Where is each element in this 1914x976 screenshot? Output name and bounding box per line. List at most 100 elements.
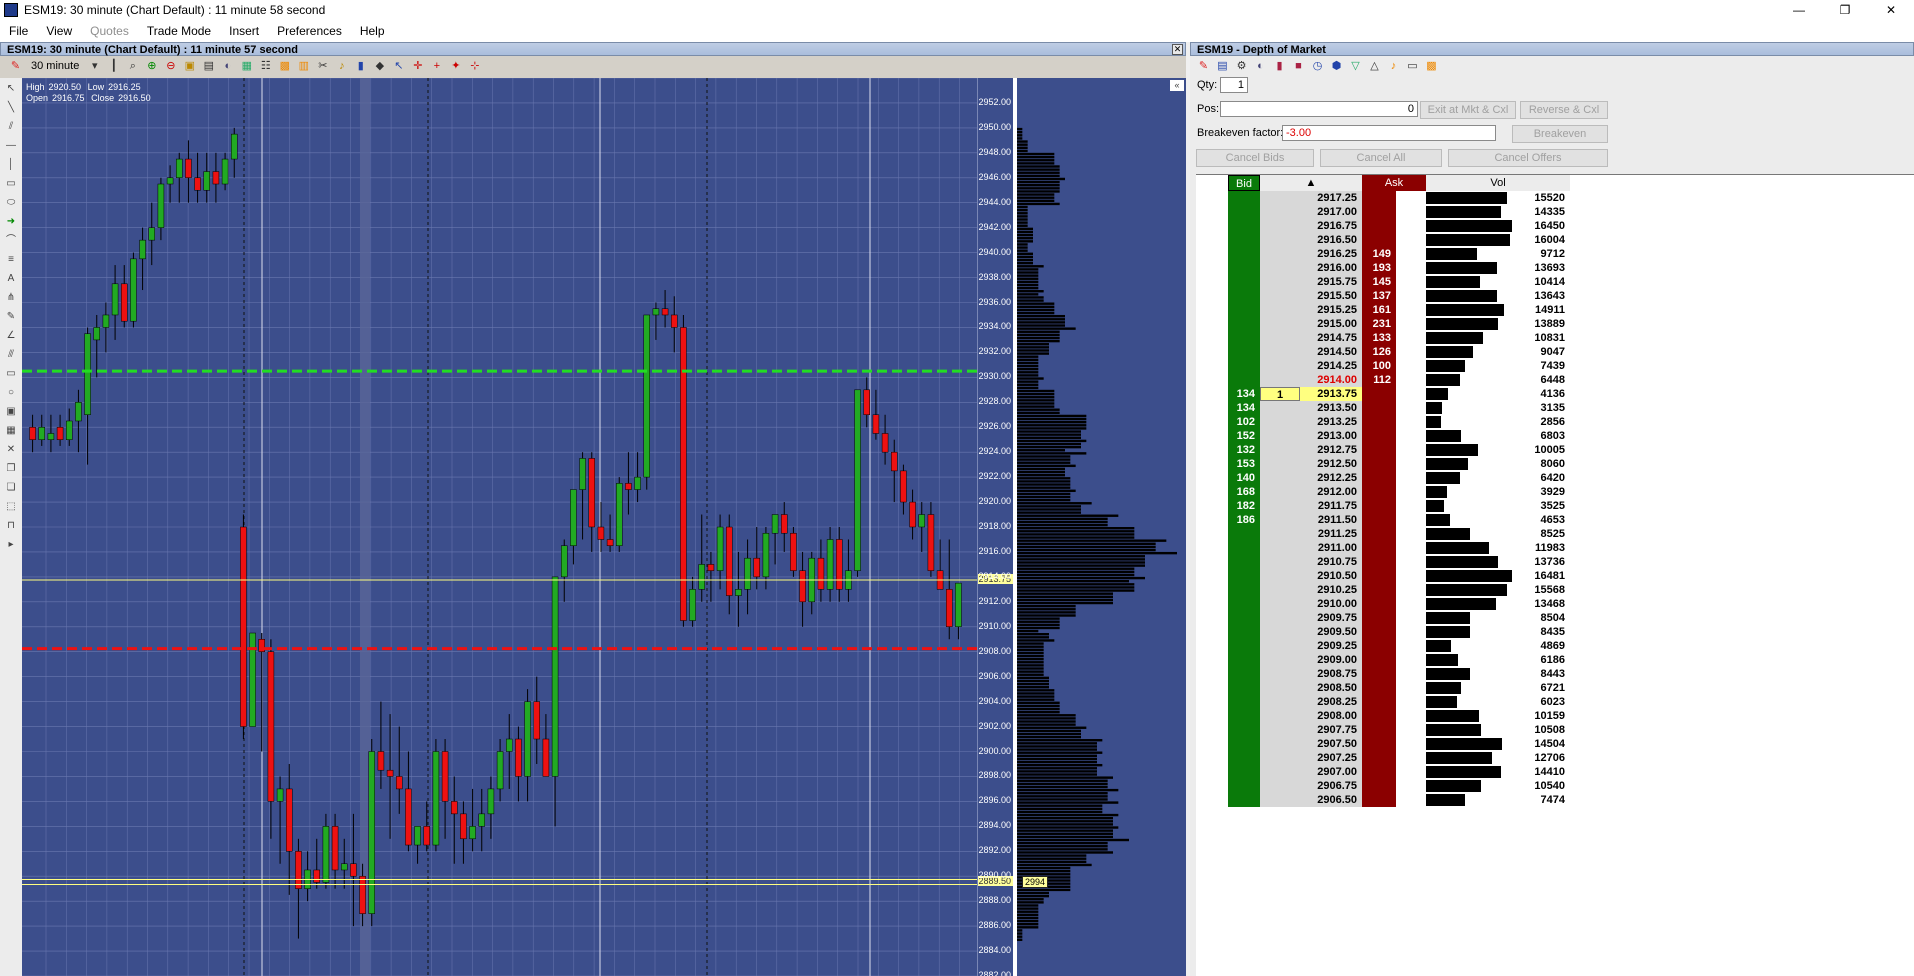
menu-help[interactable]: Help: [351, 24, 394, 38]
ask-order-cell[interactable]: [1396, 331, 1426, 345]
dom-book-icon[interactable]: ▮: [1272, 59, 1287, 73]
ask-cell[interactable]: 133: [1362, 331, 1396, 345]
ask-cell[interactable]: 193: [1362, 261, 1396, 275]
ladder-row[interactable]: 152 2913.00 6803: [1196, 429, 1914, 443]
ask-cell[interactable]: [1362, 541, 1396, 555]
hline-tool-icon[interactable]: —: [2, 137, 20, 154]
working-order-cell[interactable]: [1260, 709, 1300, 723]
dom-warn-icon[interactable]: △: [1367, 59, 1382, 73]
menu-quotes[interactable]: Quotes: [81, 24, 138, 38]
volume-cell[interactable]: 15520: [1426, 191, 1570, 205]
bid-cell[interactable]: [1228, 737, 1260, 751]
bid-cell[interactable]: 152: [1228, 429, 1260, 443]
working-order-cell[interactable]: [1260, 625, 1300, 639]
working-order-cell[interactable]: [1260, 555, 1300, 569]
bid-order-cell[interactable]: [1196, 233, 1228, 247]
volume-cell[interactable]: 2856: [1426, 415, 1570, 429]
volume-cell[interactable]: 14911: [1426, 303, 1570, 317]
volume-cell[interactable]: 16481: [1426, 569, 1570, 583]
working-order-cell[interactable]: [1260, 303, 1300, 317]
bid-cell[interactable]: 134: [1228, 387, 1260, 401]
fib-tool-icon[interactable]: ≡: [2, 251, 20, 268]
ask-column-header[interactable]: Ask: [1362, 175, 1426, 191]
ask-order-cell[interactable]: [1396, 779, 1426, 793]
ask-cell[interactable]: 161: [1362, 303, 1396, 317]
bid-order-cell[interactable]: [1196, 793, 1228, 807]
ask-cell[interactable]: [1362, 681, 1396, 695]
crosshair-icon[interactable]: ✛: [410, 59, 425, 73]
dom-color-icon[interactable]: ▩: [1424, 59, 1439, 73]
volume-cell[interactable]: 10005: [1426, 443, 1570, 457]
bid-order-cell[interactable]: [1196, 191, 1228, 205]
ask-cell[interactable]: [1362, 695, 1396, 709]
bid-cell[interactable]: [1228, 233, 1260, 247]
ask-order-cell[interactable]: [1396, 233, 1426, 247]
working-order-cell[interactable]: [1260, 611, 1300, 625]
zoom-in-icon[interactable]: ⊕: [144, 59, 159, 73]
ask-cell[interactable]: [1362, 667, 1396, 681]
bid-cell[interactable]: [1228, 289, 1260, 303]
ask-order-cell[interactable]: [1396, 765, 1426, 779]
ask-order-cell[interactable]: [1396, 443, 1426, 457]
bid-order-cell[interactable]: [1196, 345, 1228, 359]
working-order-cell[interactable]: [1260, 681, 1300, 695]
ask-cell[interactable]: [1362, 485, 1396, 499]
alert-bell-icon[interactable]: ♪: [334, 59, 349, 73]
ask-order-cell[interactable]: [1396, 681, 1426, 695]
bid-cell[interactable]: 168: [1228, 485, 1260, 499]
ask-cell[interactable]: [1362, 793, 1396, 807]
working-order-cell[interactable]: [1260, 499, 1300, 513]
ask-cell[interactable]: [1362, 779, 1396, 793]
bid-order-cell[interactable]: [1196, 387, 1228, 401]
ladder-row[interactable]: 132 2912.75 10005: [1196, 443, 1914, 457]
channel-tool-icon[interactable]: ⫽: [2, 118, 20, 135]
ask-order-cell[interactable]: [1396, 471, 1426, 485]
volume-cell[interactable]: 3525: [1426, 499, 1570, 513]
bid-order-cell[interactable]: [1196, 597, 1228, 611]
ask-order-cell[interactable]: [1396, 359, 1426, 373]
ladder-row[interactable]: 182 2911.75 3525: [1196, 499, 1914, 513]
bid-cell[interactable]: [1228, 345, 1260, 359]
bid-cell[interactable]: [1228, 569, 1260, 583]
crosshair-red-icon[interactable]: +: [429, 59, 444, 73]
menu-insert[interactable]: Insert: [220, 24, 268, 38]
bid-cell[interactable]: 153: [1228, 457, 1260, 471]
working-order-cell[interactable]: [1260, 443, 1300, 457]
dom-shield-icon[interactable]: ⬢: [1329, 59, 1344, 73]
ask-order-cell[interactable]: [1396, 555, 1426, 569]
ask-order-cell[interactable]: [1396, 583, 1426, 597]
price-ladder[interactable]: Bid ▲ Ask Vol 2917.25 15520 2917.00 14335 29…: [1196, 174, 1914, 976]
bid-order-cell[interactable]: [1196, 681, 1228, 695]
bid-order-cell[interactable]: [1196, 219, 1228, 233]
ask-order-cell[interactable]: [1396, 303, 1426, 317]
bid-cell[interactable]: [1228, 555, 1260, 569]
bid-order-cell[interactable]: [1196, 751, 1228, 765]
bid-order-cell[interactable]: [1196, 765, 1228, 779]
ask-cell[interactable]: 231: [1362, 317, 1396, 331]
ask-cell[interactable]: [1362, 191, 1396, 205]
bid-cell[interactable]: [1228, 205, 1260, 219]
ask-order-cell[interactable]: [1396, 723, 1426, 737]
working-order-cell[interactable]: [1260, 751, 1300, 765]
volume-cell[interactable]: 16004: [1426, 233, 1570, 247]
ask-order-cell[interactable]: [1396, 401, 1426, 415]
working-order-cell[interactable]: [1260, 261, 1300, 275]
ladder-row[interactable]: 2908.50 6721: [1196, 681, 1914, 695]
dom-alert-icon[interactable]: ♪: [1386, 59, 1401, 73]
ask-cell[interactable]: [1362, 765, 1396, 779]
bar-chart-icon[interactable]: ▥: [296, 59, 311, 73]
ask-order-cell[interactable]: [1396, 569, 1426, 583]
ask-cell[interactable]: [1362, 457, 1396, 471]
ask-order-cell[interactable]: [1396, 373, 1426, 387]
volume-cell[interactable]: 15568: [1426, 583, 1570, 597]
ask-order-cell[interactable]: [1396, 275, 1426, 289]
ask-cell[interactable]: [1362, 401, 1396, 415]
bid-cell[interactable]: 186: [1228, 513, 1260, 527]
volume-cell[interactable]: 16450: [1426, 219, 1570, 233]
ladder-row[interactable]: 2915.75 145 10414: [1196, 275, 1914, 289]
ask-order-cell[interactable]: [1396, 653, 1426, 667]
bid-order-cell[interactable]: [1196, 541, 1228, 555]
volume-cell[interactable]: 4869: [1426, 639, 1570, 653]
volume-cell[interactable]: 8435: [1426, 625, 1570, 639]
bid-cell[interactable]: 132: [1228, 443, 1260, 457]
